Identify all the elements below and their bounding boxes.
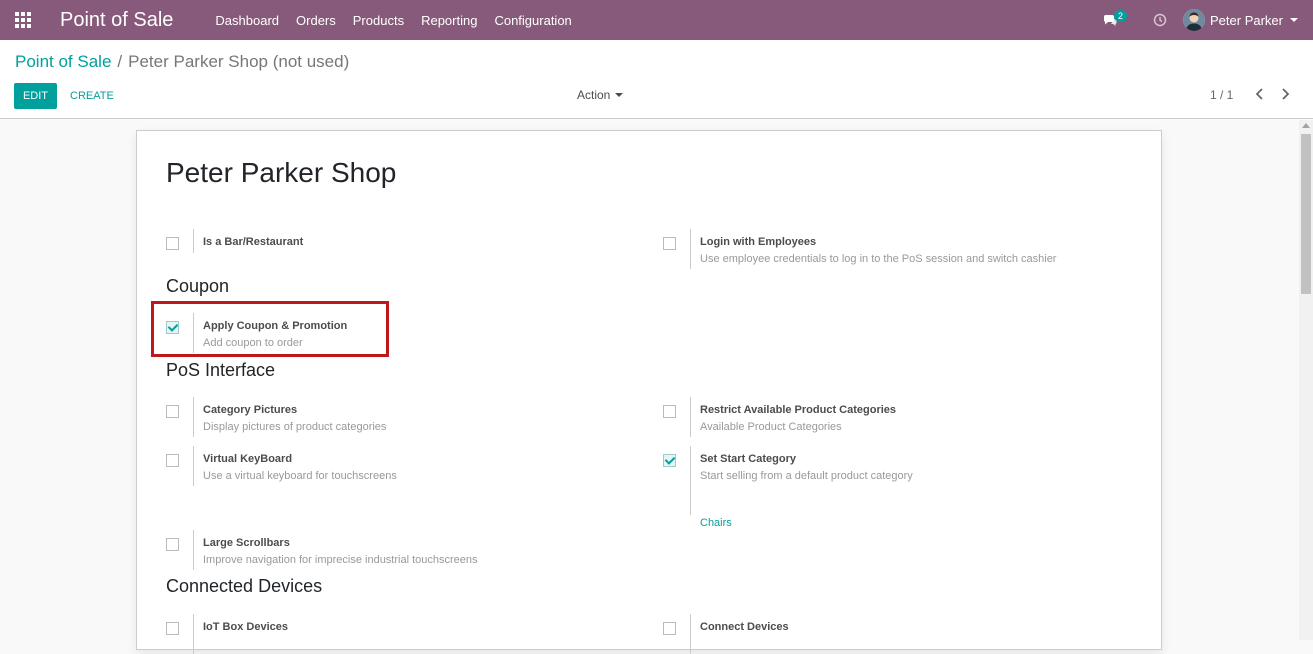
messaging-button[interactable]: 2 bbox=[1103, 10, 1128, 30]
restrict-categories-checkbox[interactable] bbox=[663, 405, 676, 418]
setting-divider bbox=[193, 446, 194, 486]
login-employees-checkbox[interactable] bbox=[663, 237, 676, 250]
setting-divider bbox=[690, 614, 691, 654]
setting-label: Set Start Category bbox=[700, 453, 796, 465]
app-brand[interactable]: Point of Sale bbox=[60, 9, 173, 32]
setting-label: Is a Bar/Restaurant bbox=[203, 236, 304, 248]
setting-divider bbox=[690, 397, 691, 437]
vertical-scrollbar[interactable] bbox=[1299, 120, 1313, 640]
chevron-down-icon bbox=[1290, 18, 1298, 22]
setting-description: Start selling from a default product cat… bbox=[700, 470, 913, 482]
menu-products[interactable]: Products bbox=[353, 13, 404, 28]
action-dropdown[interactable]: Action bbox=[577, 88, 624, 102]
menu-reporting[interactable]: Reporting bbox=[421, 13, 477, 28]
section-title-pos-interface: PoS Interface bbox=[166, 360, 276, 380]
setting-label: IoT Box Devices bbox=[203, 621, 288, 633]
user-menu[interactable]: Peter Parker bbox=[1183, 9, 1298, 31]
annotation-highlight-box bbox=[151, 301, 389, 357]
chevron-left-icon[interactable] bbox=[1254, 87, 1266, 101]
top-navbar: Point of Sale Dashboard Orders Products … bbox=[0, 0, 1313, 40]
control-panel: Point of Sale / Peter Parker Shop (not use… bbox=[0, 40, 1313, 119]
setting-divider bbox=[193, 229, 194, 253]
setting-label: Login with Employees bbox=[700, 236, 817, 248]
breadcrumb-current: Peter Parker Shop (not used) bbox=[128, 52, 350, 71]
setting-description: Improve navigation for imprecise industr… bbox=[203, 554, 478, 566]
setting-divider bbox=[690, 446, 691, 515]
setting-divider bbox=[193, 397, 194, 437]
breadcrumb-separator: / bbox=[117, 52, 123, 71]
action-label: Action bbox=[577, 88, 611, 102]
form-sheet: Peter Parker Shop Is a Bar/Restaurant Lo… bbox=[136, 130, 1162, 654]
breadcrumb-parent-link[interactable]: Point of Sale bbox=[15, 52, 111, 71]
activity-clock-icon[interactable] bbox=[1153, 13, 1167, 27]
grid-icon bbox=[15, 12, 31, 28]
large-scrollbars-checkbox[interactable] bbox=[166, 538, 179, 551]
connect-devices-checkbox[interactable] bbox=[663, 622, 676, 635]
setting-description: Display pictures of product categories bbox=[203, 421, 387, 433]
scroll-up-arrow-icon[interactable] bbox=[1302, 123, 1310, 128]
setting-description: Available Product Categories bbox=[700, 421, 842, 433]
bar-restaurant-checkbox[interactable] bbox=[166, 237, 179, 250]
user-name: Peter Parker bbox=[1210, 12, 1283, 28]
avatar bbox=[1183, 9, 1206, 31]
apps-menu-button[interactable] bbox=[0, 0, 46, 40]
setting-label: Virtual KeyBoard bbox=[203, 453, 293, 465]
breadcrumb: Point of Sale / Peter Parker Shop (not use… bbox=[15, 52, 349, 72]
chevron-right-icon[interactable] bbox=[1279, 87, 1291, 101]
menu-dashboard[interactable]: Dashboard bbox=[215, 13, 279, 28]
setting-description: Use a virtual keyboard for touchscreens bbox=[203, 470, 397, 482]
setting-divider bbox=[193, 614, 194, 654]
form-view: Peter Parker Shop Is a Bar/Restaurant Lo… bbox=[0, 120, 1299, 654]
start-category-checkbox[interactable] bbox=[663, 454, 676, 467]
create-button[interactable]: CREATE bbox=[70, 83, 114, 109]
setting-divider bbox=[193, 530, 194, 570]
section-title-coupon: Coupon bbox=[166, 276, 230, 296]
message-count-badge: 2 bbox=[1114, 10, 1128, 22]
setting-label: Connect Devices bbox=[700, 621, 789, 633]
scrollbar-thumb[interactable] bbox=[1301, 134, 1311, 294]
iot-box-checkbox[interactable] bbox=[166, 622, 179, 635]
setting-label: Restrict Available Product Categories bbox=[700, 404, 897, 416]
setting-divider bbox=[690, 229, 691, 269]
page-title: Peter Parker Shop bbox=[166, 157, 397, 188]
setting-description: Use employee credentials to log in to th… bbox=[700, 253, 1057, 265]
pager-value[interactable]: 1 / 1 bbox=[1210, 88, 1233, 102]
edit-button[interactable]: EDIT bbox=[14, 83, 57, 109]
setting-label: Category Pictures bbox=[203, 404, 298, 416]
start-category-link[interactable]: Chairs bbox=[700, 517, 732, 529]
menu-orders[interactable]: Orders bbox=[296, 13, 336, 28]
section-title-connected-devices: Connected Devices bbox=[166, 576, 323, 596]
virtual-keyboard-checkbox[interactable] bbox=[166, 454, 179, 467]
menu-configuration[interactable]: Configuration bbox=[494, 13, 571, 28]
setting-label: Large Scrollbars bbox=[203, 537, 290, 549]
caret-down-icon bbox=[615, 93, 624, 97]
category-pictures-checkbox[interactable] bbox=[166, 405, 179, 418]
